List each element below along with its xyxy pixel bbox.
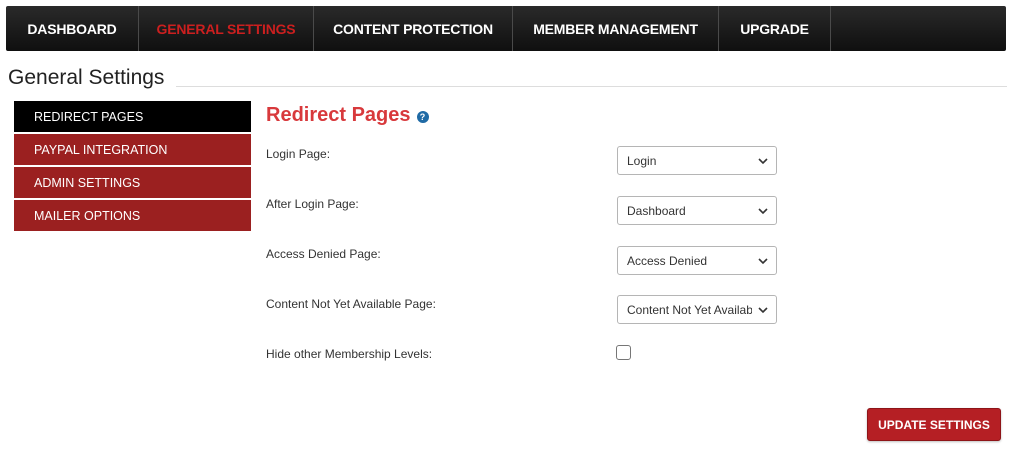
nav-general-settings[interactable]: GENERAL SETTINGS xyxy=(139,6,314,51)
chevron-down-icon xyxy=(758,208,768,215)
sidebar-item-mailer-options[interactable]: MAILER OPTIONS xyxy=(14,200,251,231)
access-denied-page-label: Access Denied Page: xyxy=(266,247,381,261)
after-login-page-select[interactable]: Dashboard xyxy=(617,196,777,225)
nav-dashboard[interactable]: DASHBOARD xyxy=(6,6,139,51)
page-title: General Settings xyxy=(8,66,165,89)
sidebar-item-redirect-pages[interactable]: REDIRECT PAGES xyxy=(14,101,251,132)
after-login-page-value: Dashboard xyxy=(627,203,686,218)
login-page-value: Login xyxy=(627,153,657,168)
nav-member-management[interactable]: MEMBER MANAGEMENT xyxy=(513,6,719,51)
access-denied-page-value: Access Denied xyxy=(627,253,708,268)
login-page-select[interactable]: Login xyxy=(617,146,777,175)
chevron-down-icon xyxy=(758,158,768,165)
sidebar: REDIRECT PAGES PAYPAL INTEGRATION ADMIN … xyxy=(14,101,251,233)
sidebar-item-paypal-integration[interactable]: PAYPAL INTEGRATION xyxy=(14,134,251,165)
chevron-down-icon xyxy=(758,307,768,314)
question-circle-icon[interactable]: ? xyxy=(416,110,429,123)
access-denied-page-select[interactable]: Access Denied xyxy=(617,246,777,275)
section-title-text: Redirect Pages xyxy=(266,104,411,126)
update-settings-button[interactable]: UPDATE SETTINGS xyxy=(867,408,1001,441)
content-not-available-page-label: Content Not Yet Available Page: xyxy=(266,297,436,311)
top-navigation: DASHBOARD GENERAL SETTINGS CONTENT PROTE… xyxy=(6,6,1006,51)
section-title: Redirect Pages ? xyxy=(266,104,429,127)
nav-content-protection[interactable]: CONTENT PROTECTION xyxy=(314,6,513,51)
nav-upgrade[interactable]: UPGRADE xyxy=(719,6,831,51)
sidebar-item-admin-settings[interactable]: ADMIN SETTINGS xyxy=(14,167,251,198)
content-not-available-page-value: Content Not Yet Available xyxy=(627,302,752,317)
chevron-down-icon xyxy=(758,258,768,265)
hide-levels-label: Hide other Membership Levels: xyxy=(266,347,433,361)
content-not-available-page-select[interactable]: Content Not Yet Available xyxy=(617,295,777,324)
hide-levels-checkbox[interactable] xyxy=(616,345,631,360)
after-login-page-label: After Login Page: xyxy=(266,197,359,211)
title-divider xyxy=(176,86,1007,87)
login-page-label: Login Page: xyxy=(266,147,331,161)
